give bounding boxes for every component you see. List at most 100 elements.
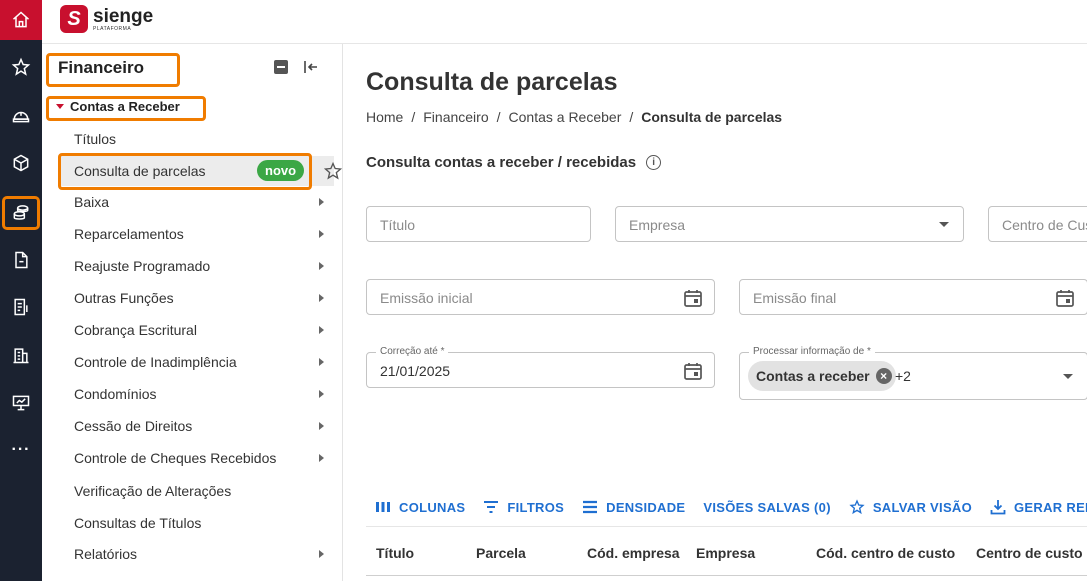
chevron-right-icon bbox=[319, 358, 324, 366]
selected-chip: Contas a receber × bbox=[748, 361, 896, 391]
generate-report-button[interactable]: GERAR RELATÓRIO bbox=[990, 499, 1087, 515]
column-header-cod-empresa[interactable]: Cód. empresa bbox=[587, 545, 680, 561]
breadcrumb-separator: / bbox=[411, 109, 416, 125]
columns-button[interactable]: COLUNAS bbox=[375, 499, 465, 515]
info-icon[interactable]: i bbox=[646, 155, 662, 170]
empresa-placeholder: Empresa bbox=[629, 217, 686, 233]
emissao-final-field[interactable]: Emissão final bbox=[739, 279, 1087, 315]
menu-item-label: Cobrança Escritural bbox=[74, 322, 197, 338]
density-label: DENSIDADE bbox=[606, 499, 686, 515]
menu-item-cobranca-escritural[interactable]: Cobrança Escritural bbox=[74, 315, 336, 345]
menu-item-controle-de-inadimplencia[interactable]: Controle de Inadimplência bbox=[74, 347, 336, 377]
breadcrumb-contas-a-receber[interactable]: Contas a Receber bbox=[509, 109, 622, 125]
collapse-menu-icon[interactable] bbox=[302, 58, 320, 76]
save-view-label: SALVAR VISÃO bbox=[872, 499, 973, 515]
app-root: ··· S sienge PLATAFORMA Financeiro Conta… bbox=[0, 0, 1087, 581]
column-header-centro-de-custo[interactable]: Centro de custo bbox=[976, 545, 1083, 561]
chevron-right-icon bbox=[319, 230, 324, 238]
menu-item-cessao-de-direitos[interactable]: Cessão de Direitos bbox=[74, 411, 336, 441]
brand-logo[interactable]: S sienge PLATAFORMA bbox=[60, 5, 153, 33]
column-header-empresa[interactable]: Empresa bbox=[696, 545, 755, 561]
menu-item-condominios[interactable]: Condomínios bbox=[74, 379, 336, 409]
menu-item-reparcelamentos[interactable]: Reparcelamentos bbox=[74, 219, 336, 249]
more-icon[interactable]: ··· bbox=[0, 430, 42, 470]
calendar-icon[interactable] bbox=[1055, 288, 1075, 308]
filters-button[interactable]: FILTROS bbox=[483, 499, 564, 515]
invoice-icon[interactable] bbox=[0, 287, 42, 327]
chevron-right-icon bbox=[319, 422, 324, 430]
centro-placeholder: Centro de Custo bbox=[1002, 217, 1087, 233]
coins-icon[interactable] bbox=[0, 193, 42, 233]
menu-item-label: Outras Funções bbox=[74, 290, 174, 306]
filter-icon bbox=[484, 501, 499, 513]
menu-item-label: Consulta de parcelas bbox=[74, 163, 206, 179]
saved-views-label: VISÕES SALVAS (0) bbox=[703, 499, 831, 515]
menu-item-label: Reajuste Programado bbox=[74, 258, 211, 274]
calendar-icon[interactable] bbox=[683, 361, 703, 381]
logo-mark-icon: S bbox=[60, 5, 88, 33]
menu-item-verificacao-de-alteracoes[interactable]: Verificação de Alterações bbox=[74, 476, 336, 506]
module-menu: Financeiro Contas a Receber Títulos Cons… bbox=[42, 44, 343, 581]
menu-item-consultas-de-titulos[interactable]: Consultas de Títulos bbox=[74, 508, 336, 538]
emissao-inicial-field[interactable]: Emissão inicial bbox=[366, 279, 715, 315]
collapse-all-icon[interactable] bbox=[272, 58, 290, 76]
saved-views-button[interactable]: VISÕES SALVAS (0) bbox=[703, 500, 830, 515]
building-icon[interactable] bbox=[0, 335, 42, 375]
menu-title: Financeiro bbox=[58, 58, 144, 77]
generate-report-label: GERAR RELATÓRIO bbox=[1014, 499, 1087, 515]
empresa-select[interactable]: Empresa bbox=[615, 206, 964, 242]
breadcrumb-current: Consulta de parcelas bbox=[641, 109, 783, 125]
titulo-placeholder: Título bbox=[380, 217, 416, 233]
menu-item-relatorios[interactable]: Relatórios bbox=[74, 539, 336, 569]
correcao-ate-field[interactable]: Correção até * 21/01/2025 bbox=[366, 346, 715, 388]
star-outline-icon bbox=[849, 499, 865, 515]
calendar-icon[interactable] bbox=[683, 288, 703, 308]
grid-toolbar: COLUNAS FILTROS DENSIDADE VISÕES SALVAS … bbox=[366, 488, 1087, 526]
cube-icon[interactable] bbox=[0, 143, 42, 183]
section-title-text: Consulta contas a receber / recebidas bbox=[366, 154, 637, 171]
menu-item-reajuste-programado[interactable]: Reajuste Programado bbox=[74, 251, 336, 281]
favorite-star-icon[interactable] bbox=[323, 161, 343, 181]
density-button[interactable]: DENSIDADE bbox=[582, 499, 685, 515]
columns-icon bbox=[376, 502, 390, 512]
column-header-cod-centro-de-custo[interactable]: Cód. centro de custo bbox=[816, 545, 955, 561]
caret-down-icon bbox=[56, 104, 64, 109]
more-selected-count: +2 bbox=[895, 368, 911, 384]
menu-item-baixa[interactable]: Baixa bbox=[74, 187, 336, 217]
column-header-titulo[interactable]: Título bbox=[376, 545, 414, 561]
main-content: Consulta de parcelas Home / Financeiro /… bbox=[343, 44, 1087, 581]
density-icon bbox=[583, 500, 598, 514]
menu-item-label: Verificação de Alterações bbox=[74, 483, 232, 499]
brand-name: sienge bbox=[93, 5, 154, 27]
menu-item-controle-de-cheques[interactable]: Controle de Cheques Recebidos bbox=[74, 443, 336, 473]
star-icon[interactable] bbox=[0, 47, 42, 87]
download-icon bbox=[990, 500, 1006, 515]
chevron-right-icon bbox=[319, 262, 324, 270]
correcao-label: Correção até * bbox=[376, 346, 449, 357]
breadcrumb-separator: / bbox=[496, 109, 501, 125]
breadcrumb-financeiro[interactable]: Financeiro bbox=[423, 109, 488, 125]
column-header-parcela[interactable]: Parcela bbox=[476, 545, 526, 561]
menu-item-label: Títulos bbox=[74, 131, 117, 147]
document-icon[interactable] bbox=[0, 240, 42, 280]
columns-label: COLUNAS bbox=[399, 499, 466, 515]
home-icon[interactable] bbox=[0, 0, 42, 40]
presentation-icon[interactable] bbox=[0, 383, 42, 423]
menu-item-consulta-de-parcelas[interactable]: Consulta de parcelas novo bbox=[60, 156, 343, 186]
chevron-right-icon bbox=[319, 550, 324, 558]
helmet-icon[interactable] bbox=[0, 95, 42, 135]
chevron-right-icon bbox=[319, 326, 324, 334]
titulo-field[interactable]: Título bbox=[366, 206, 591, 242]
dropdown-arrow-icon[interactable] bbox=[1063, 374, 1073, 379]
menu-group-label: Contas a Receber bbox=[70, 99, 180, 114]
menu-group-contas-a-receber[interactable]: Contas a Receber bbox=[56, 99, 180, 114]
processar-informacao-select[interactable]: Processar informação de * Contas a receb… bbox=[739, 346, 1087, 400]
centro-de-custo-field[interactable]: Centro de Custo bbox=[988, 206, 1087, 242]
save-view-button[interactable]: SALVAR VISÃO bbox=[849, 499, 972, 515]
chevron-right-icon bbox=[319, 390, 324, 398]
menu-item-titulos[interactable]: Títulos bbox=[74, 124, 336, 154]
menu-item-outras-funcoes[interactable]: Outras Funções bbox=[74, 283, 336, 313]
breadcrumb-home[interactable]: Home bbox=[366, 109, 403, 125]
emissao-final-placeholder: Emissão final bbox=[753, 290, 837, 306]
chip-remove-icon[interactable]: × bbox=[875, 368, 892, 384]
